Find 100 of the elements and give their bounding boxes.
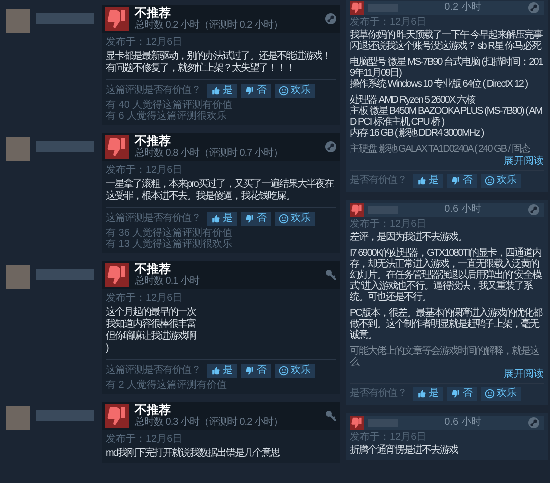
thumbs-down-icon bbox=[105, 404, 129, 428]
yes-button[interactable]: 是 bbox=[207, 84, 237, 98]
thumbs-down-icon bbox=[350, 203, 364, 217]
playtime-text: 总时数 0.1 小时 bbox=[135, 276, 201, 287]
smiley-icon bbox=[279, 366, 289, 376]
thumbs-up-icon bbox=[417, 389, 427, 399]
thumbs-down-icon bbox=[451, 176, 461, 186]
thumbs-down-icon bbox=[245, 86, 255, 96]
helpful-prompt: 这篇评测是否有价值？ bbox=[106, 85, 201, 97]
review-text: md我刚下完打开就说我数据出错是几个意思 bbox=[106, 448, 282, 460]
steam-icon bbox=[325, 13, 337, 25]
yes-button[interactable]: 是 bbox=[207, 212, 237, 226]
review-text: 我草你妈的 昨天预载了一下午 今早起来解压完事闪退还说我这个账号没这游戏？ sb R星 你马必死 bbox=[350, 30, 544, 52]
playtime-text: 0.2 小时 bbox=[444, 1, 482, 15]
posted-date: 发布于：12月6日 bbox=[106, 434, 184, 445]
playtime-text: 0.6 小时 bbox=[444, 416, 482, 430]
steam-icon bbox=[528, 417, 540, 429]
review-text: PC版本，很差。最基本的保障进入游戏的优化都做不到。这个制作者明显就是赶鸭子上架，毫无诚意。 bbox=[350, 308, 544, 341]
blurred-avatar bbox=[6, 137, 30, 161]
review-text: 差评，是因为我进不去游戏。 bbox=[350, 232, 468, 243]
funny-button[interactable]: 欢乐 bbox=[275, 84, 315, 98]
no-button[interactable]: 否 bbox=[241, 84, 271, 98]
playtime-text: 总时数 0.3 小时（评测时 0.2 小时） bbox=[135, 417, 284, 428]
playtime-text: 0.6 小时 bbox=[444, 203, 482, 217]
review-text: 一星拿了滚粗，本来pro买过了，又买了一遍结果大半夜在这受罪，根本进不去。我是傻逼，我花钱吃屎。 bbox=[106, 179, 335, 203]
no-button[interactable]: 否 bbox=[241, 212, 271, 226]
review-text: 电脑型号 微星 MS-7B90 台式电脑 (扫描时间：2019年11月09日) bbox=[350, 57, 544, 79]
thumbs-down-icon bbox=[105, 135, 129, 159]
key-icon bbox=[325, 269, 337, 281]
faded-text: 主硬盘 影驰 GALAX TA1D0240A ( 240 GB / 固态 bbox=[350, 144, 532, 155]
posted-date: 发布于：12月6日 bbox=[350, 432, 428, 443]
thumbs-up-icon bbox=[211, 214, 221, 224]
funny-button[interactable]: 欢乐 bbox=[481, 174, 521, 188]
review-text: 处理器 AMD Ryzen 5 2600X 六核 bbox=[350, 95, 476, 106]
thumbs-down-icon bbox=[105, 263, 129, 287]
smiley-icon bbox=[279, 214, 289, 224]
thumbs-down-icon bbox=[350, 416, 364, 430]
thumbs-down-icon bbox=[451, 389, 461, 399]
verdict-label: 不推荐 bbox=[135, 135, 172, 148]
expand-link[interactable]: 展开阅读 bbox=[504, 369, 544, 381]
funny-button[interactable]: 欢乐 bbox=[481, 387, 521, 401]
blurred-avatar bbox=[6, 9, 30, 33]
smiley-icon bbox=[485, 176, 495, 186]
verdict-label: 不推荐 bbox=[135, 263, 172, 276]
no-button[interactable]: 否 bbox=[447, 387, 477, 401]
helpful-prompt: 这篇评测是否有价值？ bbox=[106, 365, 201, 377]
smiley-icon bbox=[279, 86, 289, 96]
posted-date: 发布于：12月6日 bbox=[106, 165, 184, 176]
thumbs-up-icon bbox=[211, 86, 221, 96]
faded-text: 可能大佬上的文章等会游戏时间的解释，就是这么 bbox=[350, 346, 540, 368]
review-text: 主板 微星 B450M BAZOOKA PLUS (MS-7B90) ( AMD PCI 标准主机 CPU 桥 ) bbox=[350, 106, 544, 128]
helpful-count: 有 13 人觉得这篇评测很欢乐 bbox=[106, 239, 234, 250]
helpful-count: 有 36 人觉得这篇评测有价值 bbox=[106, 228, 234, 239]
helpful-count: 有 2 人觉得这篇评测有价值 bbox=[106, 380, 228, 391]
yes-button[interactable]: 是 bbox=[207, 364, 237, 378]
helpful-prompt: 这篇评测是否有价值？ bbox=[106, 213, 201, 225]
blurred-name bbox=[36, 269, 94, 280]
posted-date: 发布于：12月6日 bbox=[350, 17, 428, 28]
funny-button[interactable]: 欢乐 bbox=[275, 364, 315, 378]
verdict-label: 不推荐 bbox=[135, 404, 172, 417]
thumbs-up-icon bbox=[417, 176, 427, 186]
blurred-name bbox=[36, 141, 94, 152]
posted-date: 发布于：12月6日 bbox=[350, 219, 428, 230]
review-text: ) bbox=[106, 343, 110, 355]
helpful-count: 有 6 人觉得这篇评测很欢乐 bbox=[106, 111, 228, 122]
posted-date: 发布于：12月6日 bbox=[106, 293, 184, 304]
review-text: 但你嘀嘛让我进游戏啊 bbox=[106, 331, 198, 343]
smiley-icon bbox=[485, 389, 495, 399]
blurred-avatar bbox=[6, 406, 30, 430]
thumbs-down-icon bbox=[350, 1, 364, 15]
thumbs-down-icon bbox=[245, 366, 255, 376]
steam-icon bbox=[528, 204, 540, 216]
playtime-text: 总时数 0.8 小时（评测时 0.7 小时） bbox=[135, 148, 284, 159]
thumbs-down-icon bbox=[105, 7, 129, 31]
yes-button[interactable]: 是 bbox=[413, 174, 443, 188]
no-button[interactable]: 否 bbox=[241, 364, 271, 378]
review-text: 我知道内容很棒很丰富 bbox=[106, 319, 197, 330]
review-text: 显卡都是最新驱动，别的办法试过了。还是不能进游戏！有问题不修复了，就匆忙上架？太失望了！！！ bbox=[106, 51, 332, 75]
blurred-avatar bbox=[6, 265, 30, 289]
no-button[interactable]: 否 bbox=[447, 174, 477, 188]
helpful-prompt: 是否有价值？ bbox=[350, 388, 407, 400]
blurred-name bbox=[36, 13, 94, 24]
review-text: 内存 16 GB ( 影驰 DDR4 3000MHz ) bbox=[350, 128, 485, 139]
verdict-label: 不推荐 bbox=[135, 7, 172, 20]
expand-link[interactable]: 展开阅读 bbox=[504, 156, 544, 168]
thumbs-down-icon bbox=[245, 214, 255, 224]
yes-button[interactable]: 是 bbox=[413, 387, 443, 401]
steam-icon bbox=[325, 141, 337, 153]
posted-date: 发布于：12月6日 bbox=[106, 37, 184, 48]
helpful-count: 有 40 人觉得这篇评测有价值 bbox=[106, 100, 234, 111]
review-text: 操作系统 Windows 10 专业版 64位 ( DirectX 12 ) bbox=[350, 79, 529, 90]
funny-button[interactable]: 欢乐 bbox=[275, 212, 315, 226]
thumbs-up-icon bbox=[211, 366, 221, 376]
helpful-prompt: 是否有价值？ bbox=[350, 175, 407, 187]
blurred-name bbox=[36, 410, 94, 421]
review-text: 这个月起的最早的一次 bbox=[106, 307, 198, 318]
review-text: 折腾个通宵愣是进不去游戏 bbox=[350, 445, 460, 456]
playtime-text: 总时数 0.2 小时（评测时 0.2 小时） bbox=[135, 20, 284, 31]
key-icon bbox=[325, 410, 337, 422]
review-text: I7 6900K的处理器，GTX1080TI的显卡，四通道内存，却无法正常进入游戏，一直无限载入泛黄的幻灯片。在任务管理器强退以后用弹出的“安全模式”进入游戏也不行。逼得没法，我又重装了系统。可也还是不行。 bbox=[350, 248, 543, 303]
